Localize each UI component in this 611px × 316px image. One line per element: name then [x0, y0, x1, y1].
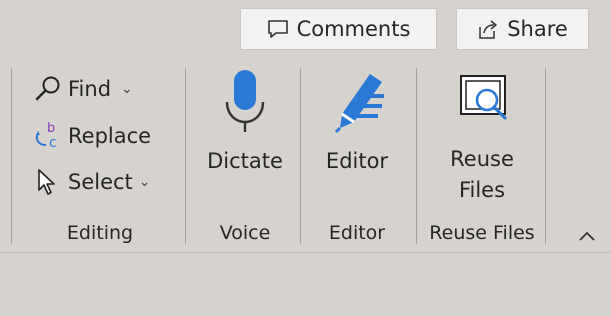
- group-separator: [185, 68, 186, 244]
- share-label: Share: [507, 17, 568, 41]
- search-icon: [34, 75, 68, 103]
- find-label: Find: [68, 77, 112, 101]
- replace-icon: b c: [34, 121, 68, 151]
- replace-button[interactable]: b c Replace: [34, 118, 151, 154]
- reuse-files-group-label: Reuse Files: [429, 222, 535, 244]
- group-separator: [300, 68, 301, 244]
- svg-text:c: c: [49, 135, 57, 151]
- title-actions-bar: Comments Share: [0, 0, 611, 56]
- select-button[interactable]: Select ⌄: [34, 164, 151, 200]
- chevron-down-icon: ⌄: [121, 81, 133, 97]
- chevron-up-icon: [579, 231, 595, 241]
- comment-icon: [267, 20, 288, 38]
- editor-label: Editor: [325, 149, 389, 173]
- reuse-files-label: Reuse Files: [450, 144, 514, 206]
- editor-button[interactable]: Editor: [314, 68, 400, 177]
- svg-text:b: b: [47, 121, 55, 136]
- group-separator: [416, 68, 417, 244]
- ribbon-left-edge: [11, 68, 12, 244]
- cursor-icon: [34, 168, 68, 196]
- replace-label: Replace: [68, 124, 152, 148]
- select-label: Select: [68, 170, 133, 194]
- ribbon-panel: Find ⌄ b c Replace Select ⌄ Editing Dict…: [0, 56, 611, 252]
- share-button[interactable]: Share: [456, 8, 589, 50]
- comments-button[interactable]: Comments: [240, 8, 437, 50]
- reuse-files-label-line2: Files: [458, 178, 506, 202]
- reuse-files-button[interactable]: Reuse Files: [438, 68, 526, 206]
- reuse-files-icon: [460, 75, 507, 120]
- collapse-ribbon-button[interactable]: [575, 226, 599, 246]
- group-separator: [545, 68, 546, 244]
- voice-group-label: Voice: [219, 222, 271, 244]
- share-icon: [479, 20, 497, 39]
- pen-icon: [334, 74, 384, 134]
- find-button[interactable]: Find ⌄: [34, 71, 133, 107]
- microphone-icon: [225, 70, 265, 132]
- dictate-label: Dictate: [207, 149, 283, 173]
- dictate-button[interactable]: Dictate: [202, 68, 288, 177]
- document-area-top: [0, 253, 611, 316]
- comments-label: Comments: [296, 17, 411, 41]
- chevron-down-icon: ⌄: [138, 174, 151, 190]
- editor-group-label: Editor: [328, 222, 386, 244]
- editing-group-label: Editing: [66, 222, 134, 244]
- reuse-files-label-line1: Reuse: [450, 147, 514, 171]
